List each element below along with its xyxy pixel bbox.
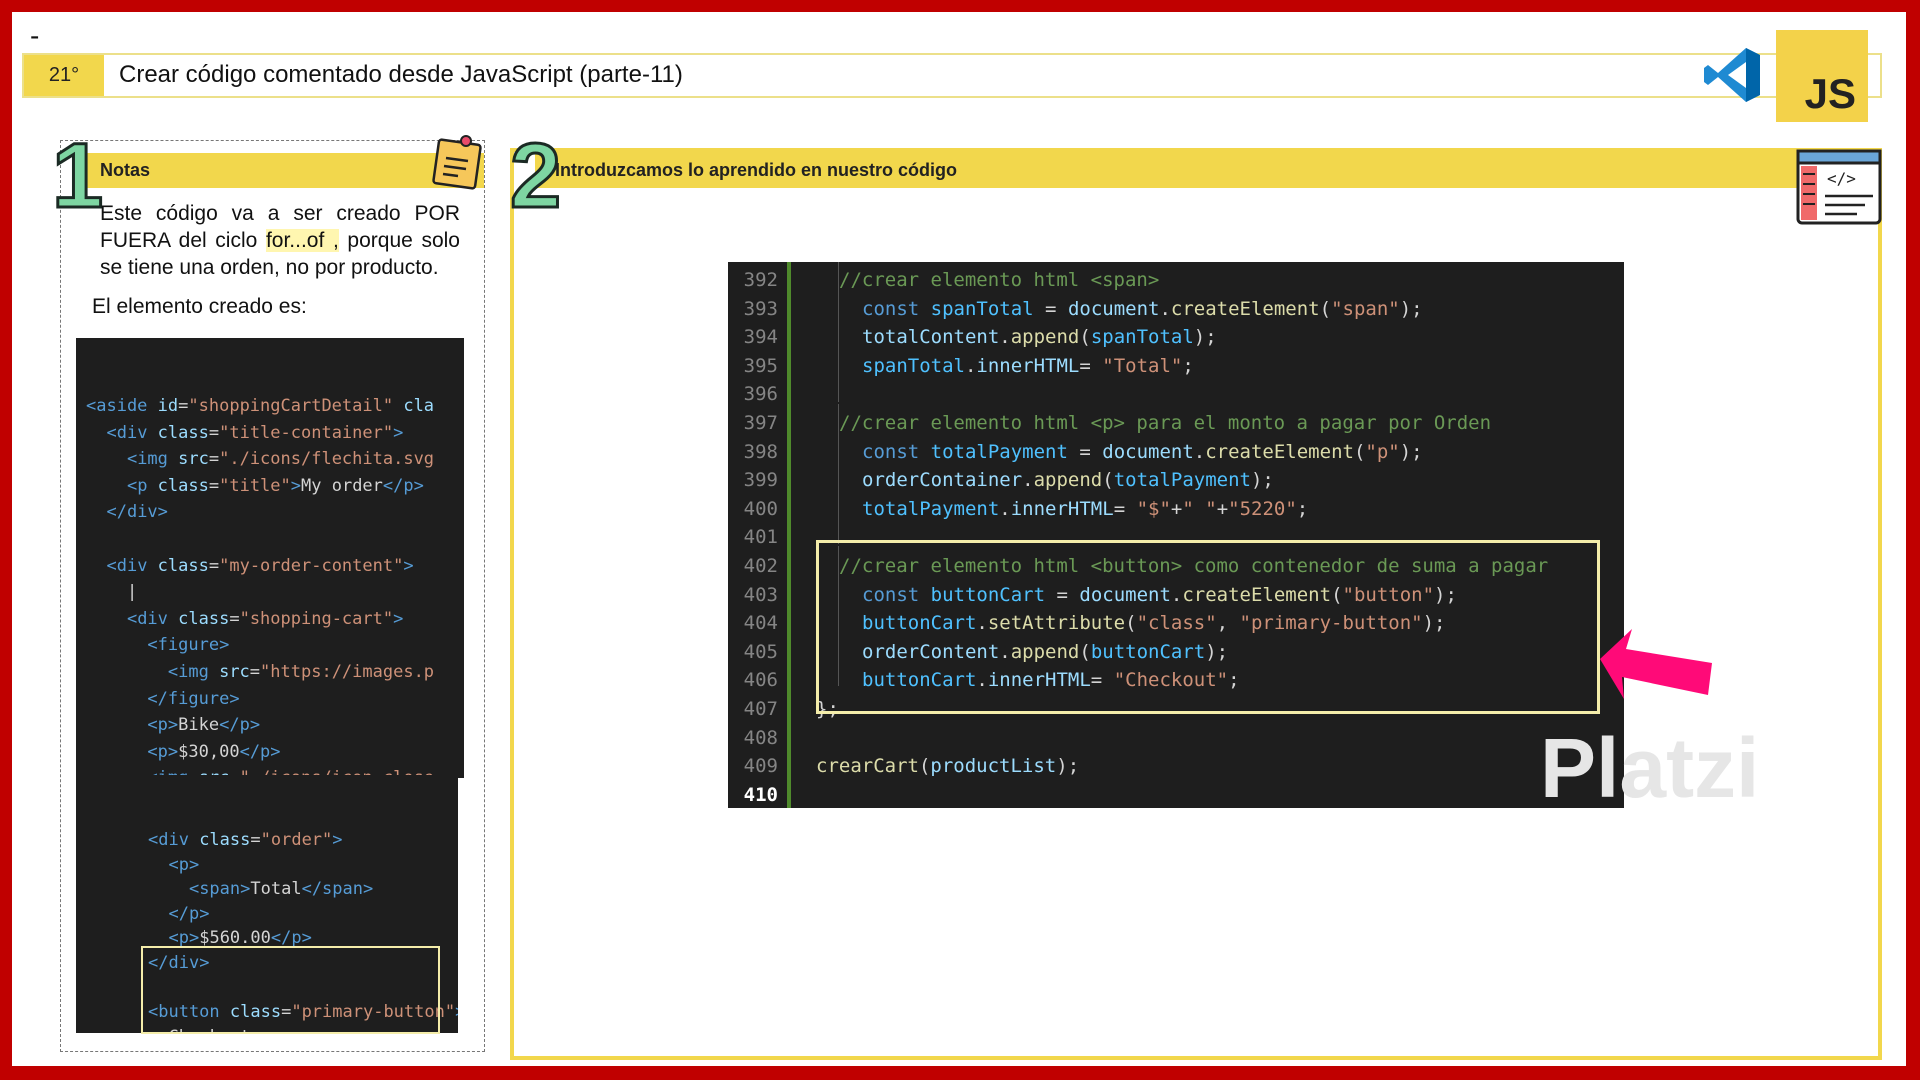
- line-number: 402: [743, 555, 778, 577]
- editor-line: 394 totalContent.append(spanTotal);: [728, 323, 1217, 351]
- code-text: orderContainer.append(totalPayment);: [862, 469, 1274, 492]
- line-number: 403: [743, 583, 778, 606]
- line-number: 405: [743, 640, 778, 663]
- html-code-line: <div class="title-container">: [106, 422, 404, 443]
- editor-line: 402//crear elemento html <button> como c…: [728, 552, 1549, 580]
- intro-label: Introduzcamos lo aprendido en nuestro có…: [555, 160, 958, 180]
- html-code-line: <p class="title">My order</p>: [126, 475, 424, 496]
- editor-line: 395 spanTotal.innerHTML= "Total";: [728, 352, 1194, 380]
- editor-line: 393 const spanTotal = document.createElem…: [728, 295, 1423, 323]
- js-logo: JS: [1776, 30, 1868, 122]
- editor-line: 405 orderContent.append(buttonCart);: [728, 638, 1228, 666]
- code-window-icon: </>: [1796, 149, 1882, 225]
- code-text: totalContent.append(spanTotal);: [862, 326, 1217, 349]
- step-two-number: 2: [508, 125, 562, 227]
- vscode-icon: [1704, 48, 1760, 102]
- editor-line: 406 buttonCart.innerHTML= "Checkout";: [728, 666, 1240, 694]
- html-code-line: <p>Bike</p>: [147, 715, 261, 736]
- slide-header: 21° Crear código comentado desde JavaScr…: [22, 53, 1882, 98]
- editor-line: 403 const buttonCart = document.createEle…: [728, 581, 1457, 609]
- html-code-line: </p>: [168, 903, 210, 924]
- line-number: 407: [743, 698, 778, 720]
- html-code-line: <div class="shopping-cart">: [126, 608, 404, 629]
- line-number: 392: [743, 269, 778, 291]
- html-code-line: <div class="my-order-content">: [106, 555, 414, 576]
- slide-title: Crear código comentado desde JavaScript …: [119, 61, 683, 88]
- line-number: 408: [743, 726, 778, 749]
- notes-label: Notas: [100, 160, 151, 180]
- line-number: 401: [743, 526, 778, 549]
- step-one-number: 1: [50, 125, 104, 227]
- html-code-line: </div>: [106, 502, 168, 523]
- code-text: const spanTotal = document.createElement…: [862, 297, 1423, 320]
- editor-line: 392 //crear elemento html <span>: [728, 266, 1160, 294]
- line-number: 399: [743, 469, 778, 492]
- code-text: //crear elemento html <p> para el monto …: [839, 412, 1492, 434]
- checkout-button-highlight: [141, 946, 440, 1034]
- notes-text-highlight: for...of ,: [265, 229, 339, 252]
- html-code-line: </figure>: [147, 688, 240, 709]
- editor-line: 397 //crear elemento html <p> para el mon…: [728, 409, 1491, 437]
- svg-text:</>: </>: [1827, 169, 1856, 188]
- editor-line: 400 totalPayment.innerHTML= "$"+" "+"5220…: [728, 495, 1309, 523]
- editor-line: 407};: [728, 695, 839, 723]
- code-highlight-box: [816, 540, 1600, 714]
- editor-line: 404 buttonCart.setAttribute("class", "pri…: [728, 609, 1446, 637]
- notes-text: Este código va a ser creado POR FUERA de…: [100, 200, 460, 281]
- editor-line: 398 const totalPayment = document.createE…: [728, 438, 1423, 466]
- html-code-snippet-top: <aside id="shoppingCartDetail" cla <div …: [76, 338, 464, 778]
- code-text: crearCart(productList);: [816, 755, 1080, 778]
- code-text: spanTotal.innerHTML= "Total";: [862, 354, 1194, 377]
- js-logo-text: JS: [1804, 70, 1856, 117]
- editor-line: 409 crearCart(productList);: [728, 752, 1079, 780]
- code-text: totalPayment.innerHTML= "$"+" "+"5220";: [862, 497, 1309, 520]
- dash-mark: -: [30, 20, 40, 51]
- html-code-line: <p>: [168, 854, 200, 875]
- line-number: 393: [743, 297, 778, 320]
- line-number: 396: [743, 383, 778, 406]
- line-number: 398: [743, 440, 778, 463]
- line-number: 409: [743, 755, 778, 778]
- platzi-watermark: Platzi: [1540, 721, 1760, 815]
- line-number: 404: [743, 612, 778, 635]
- editor-line: 396: [728, 380, 778, 408]
- line-number: 400: [743, 497, 778, 520]
- html-code-line: <div class="order">: [148, 830, 343, 850]
- html-code-line: <span>Total</span>: [188, 879, 374, 900]
- line-number: 395: [743, 354, 778, 377]
- html-code-line: <aside id="shoppingCartDetail" cla: [86, 396, 435, 416]
- editor-line: 399 orderContainer.append(totalPayment);: [728, 466, 1274, 494]
- editor-line: 408: [728, 724, 778, 752]
- editor-line: 401: [728, 523, 778, 551]
- html-code-line: <img src="https://images.p: [167, 661, 435, 682]
- line-number: 410: [743, 783, 778, 806]
- line-number: 406: [743, 669, 778, 692]
- created-element-label: El elemento creado es:: [92, 295, 307, 318]
- html-code-line: <img src="./icons/flechita.svg: [126, 449, 435, 470]
- editor-gutter-marker: [787, 262, 791, 808]
- pointer-arrow-icon: [1600, 629, 1712, 699]
- sticky-note-icon: [432, 135, 482, 190]
- line-number: 397: [743, 412, 778, 434]
- code-editor[interactable]: 392 //crear elemento html <span> 393 const …: [728, 262, 1624, 808]
- line-number: 394: [743, 326, 778, 349]
- html-code-line: |: [86, 582, 138, 603]
- slide-number: 21°: [24, 55, 104, 96]
- html-code-line: <figure>: [147, 635, 230, 656]
- editor-line: 410: [728, 781, 778, 809]
- code-text: const totalPayment = document.createElem…: [862, 440, 1423, 463]
- html-code-line: [86, 526, 464, 553]
- code-text: //crear elemento html <span>: [839, 269, 1160, 291]
- html-code-line: <p>$30,00</p>: [147, 741, 281, 762]
